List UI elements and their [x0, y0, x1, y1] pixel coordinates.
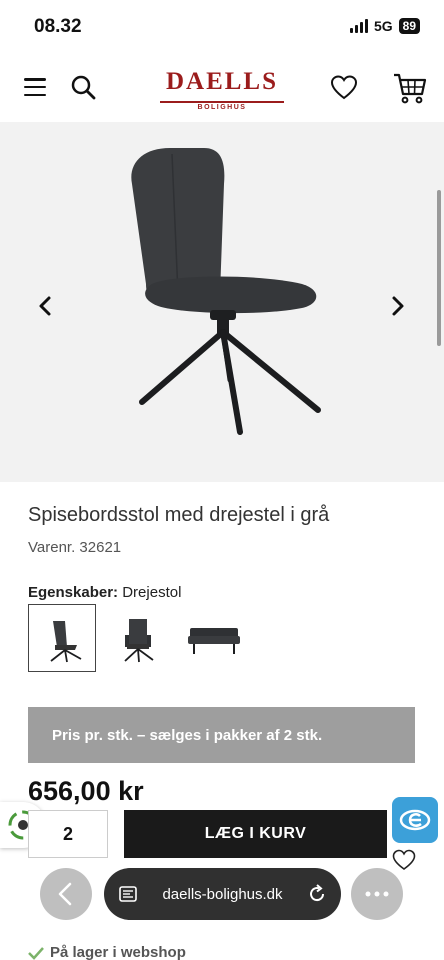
logo-subtext: BOLIGHUS — [193, 103, 251, 113]
network-label: 5G — [373, 18, 393, 34]
battery-icon: 89 — [398, 18, 420, 34]
page-settings-icon[interactable] — [118, 884, 138, 904]
browser-more-button[interactable] — [351, 868, 403, 920]
gallery-prev-arrow-icon[interactable] — [34, 294, 58, 318]
product-properties: Egenskaber: Drejestol — [28, 584, 181, 601]
page-scrollbar[interactable] — [437, 190, 441, 346]
cart-icon[interactable] — [392, 70, 428, 106]
browser-back-button[interactable] — [40, 868, 92, 920]
status-time: 08.32 — [34, 16, 82, 37]
variant-armchair[interactable] — [104, 604, 172, 672]
favorites-heart-icon[interactable] — [330, 74, 358, 102]
variant-swivel-chair[interactable] — [28, 604, 96, 672]
search-icon[interactable] — [70, 74, 96, 100]
package-notice: Pris pr. stk. – sælges i pakker af 2 stk… — [28, 707, 415, 763]
stock-text: På lager i webshop — [50, 944, 186, 960]
product-title: Spisebordsstol med drejestel i grå — [28, 504, 330, 526]
properties-value: Drejestol — [122, 584, 182, 601]
reload-icon[interactable] — [307, 884, 327, 904]
address-bar[interactable]: daells-bolighus.dk — [104, 868, 341, 920]
quantity-input[interactable]: 2 — [28, 810, 108, 858]
status-bar: 08.32 5G 89 — [0, 0, 444, 56]
properties-label: Egenskaber: — [28, 584, 119, 601]
logo-text: DAELLS — [165, 68, 279, 95]
e-maerket-badge-icon[interactable] — [392, 797, 438, 843]
product-sku: Varenr. 32621 — [28, 539, 122, 556]
menu-icon[interactable] — [24, 78, 46, 96]
checkmark-icon — [28, 946, 44, 960]
product-gallery[interactable] — [0, 122, 444, 482]
variant-selector — [28, 604, 248, 672]
chevron-left-icon — [58, 882, 72, 906]
gallery-next-arrow-icon[interactable] — [385, 294, 409, 318]
stock-status: På lager i webshop — [28, 944, 186, 960]
url-text: daells-bolighus.dk — [162, 885, 283, 903]
signal-icon — [349, 19, 368, 33]
add-to-cart-button[interactable]: LÆG I KURV — [124, 810, 387, 858]
product-image-chair — [131, 148, 321, 435]
site-header: DAELLS BOLIGHUS — [0, 56, 444, 122]
logo[interactable]: DAELLS BOLIGHUS — [158, 68, 286, 113]
status-indicators: 5G 89 — [349, 18, 420, 34]
more-dots-icon — [365, 891, 389, 897]
browser-toolbar: daells-bolighus.dk — [0, 862, 444, 926]
variant-bench[interactable] — [180, 604, 248, 672]
product-price: 656,00 kr — [28, 776, 144, 806]
